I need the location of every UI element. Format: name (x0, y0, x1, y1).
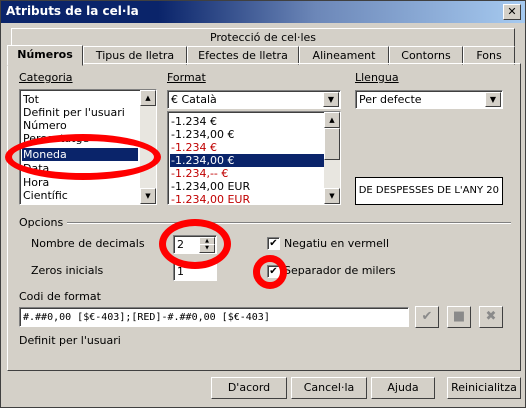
format-item[interactable]: -1.234,00 EUR (170, 193, 340, 204)
format-code-input[interactable]: #.##0,00 [$€-403];[RED]-#.##0,00 [$€-403… (19, 307, 409, 327)
chevron-down-icon[interactable]: ▼ (485, 92, 501, 107)
spin-down-icon[interactable]: ▼ (199, 244, 215, 253)
category-item[interactable]: Hora (22, 176, 156, 189)
comment-icon[interactable]: ■ (447, 306, 471, 328)
ok-button[interactable]: D'acord (211, 377, 287, 399)
category-scrollbar[interactable]: ▲ ▼ (140, 90, 156, 204)
category-item[interactable]: Definit per l'usuari (22, 106, 156, 119)
format-item[interactable]: -1.234,00 EUR (170, 180, 340, 193)
currency-value: € Català (171, 93, 217, 106)
format-listbox[interactable]: -1.234 € -1.234,00 € -1.234 € -1.234,00 … (167, 111, 341, 205)
options-label: Opcions (19, 216, 64, 229)
format-code-status: Definit per l'usuari (19, 334, 121, 347)
format-scrollbar[interactable]: ▲ ▼ (324, 112, 340, 204)
title-bar[interactable]: Atributs de la cel·la ✕ (1, 1, 525, 23)
category-label: Categoria (19, 71, 73, 84)
language-value: Per defecte (359, 93, 422, 106)
category-item-selected[interactable]: Moneda (22, 148, 138, 161)
help-button[interactable]: Ajuda (371, 377, 435, 399)
language-select[interactable]: Per defecte ▼ (355, 90, 503, 109)
negative-red-label: Negatiu en vermell (284, 237, 389, 250)
thousands-separator-label: Separador de milers (284, 264, 396, 277)
scroll-up-icon[interactable]: ▲ (140, 90, 156, 106)
reset-button[interactable]: Reinicialitza (447, 377, 521, 399)
close-button[interactable]: ✕ (503, 4, 521, 20)
tab-label: Números (17, 48, 73, 61)
tab-label: Protecció de cel·les (209, 31, 317, 44)
format-item-selected[interactable]: -1.234,00 € (170, 154, 324, 167)
tab-numbers[interactable]: Números (7, 45, 83, 66)
category-item[interactable]: Número (22, 119, 156, 132)
category-item[interactable]: Percentatge (22, 132, 156, 145)
leading-zeros-spinner[interactable]: 1 (173, 262, 217, 281)
currency-select[interactable]: € Català ▼ (167, 90, 341, 109)
delete-x-icon[interactable]: ✖ (479, 306, 503, 328)
thousands-separator-checkbox[interactable]: ✔ (267, 265, 280, 278)
format-code-value: #.##0,00 [$€-403];[RED]-#.##0,00 [$€-403… (23, 312, 270, 323)
format-item[interactable]: -1.234 € (170, 115, 340, 128)
format-code-label: Codi de format (19, 290, 101, 303)
tab-label: Tipus de lletra (95, 49, 175, 62)
scroll-up-icon[interactable]: ▲ (324, 112, 340, 128)
category-listbox[interactable]: Tot Definit per l'usuari Número Percenta… (19, 89, 157, 205)
decimals-spinner[interactable]: 2 ▲ ▼ (173, 235, 217, 254)
accept-check-icon[interactable]: ✔ (415, 306, 439, 328)
scroll-thumb[interactable] (324, 128, 340, 160)
category-item[interactable]: Data (22, 162, 156, 175)
preview-box: LL DE DESPESSES DE L'ANY 20 (355, 177, 503, 205)
format-item[interactable]: -1.234 € (170, 141, 340, 154)
decimals-label: Nombre de decimals (31, 237, 145, 250)
leading-zeros-value: 1 (177, 265, 184, 278)
format-label: Format (167, 71, 206, 84)
dialog-window: Atributs de la cel·la ✕ Protecció de cel… (0, 0, 526, 408)
tab-label: Contorns (401, 49, 451, 62)
options-separator (67, 222, 511, 224)
tab-label: Efectes de lletra (198, 49, 288, 62)
preview-text: LL DE DESPESSES DE L'ANY 20 (355, 185, 499, 196)
negative-red-checkbox[interactable]: ✔ (267, 237, 280, 250)
scroll-down-icon[interactable]: ▼ (140, 188, 156, 204)
chevron-down-icon[interactable]: ▼ (323, 92, 339, 107)
tab-label: Fons (476, 49, 502, 62)
decimals-value: 2 (177, 238, 184, 251)
cancel-button[interactable]: Cancel·la (291, 377, 367, 399)
language-label: Llengua (355, 71, 399, 84)
format-item[interactable]: -1.234,-- € (170, 167, 340, 180)
category-item[interactable]: Tot (22, 93, 156, 106)
tab-label: Alineament (312, 49, 376, 62)
tab-cell-protection[interactable]: Protecció de cel·les (11, 28, 515, 47)
category-item[interactable]: Científic (22, 189, 156, 202)
format-item[interactable]: -1.234,00 € (170, 128, 340, 141)
window-title: Atributs de la cel·la (6, 4, 139, 18)
scroll-down-icon[interactable]: ▼ (324, 188, 340, 204)
leading-zeros-label: Zeros inicials (31, 264, 104, 277)
